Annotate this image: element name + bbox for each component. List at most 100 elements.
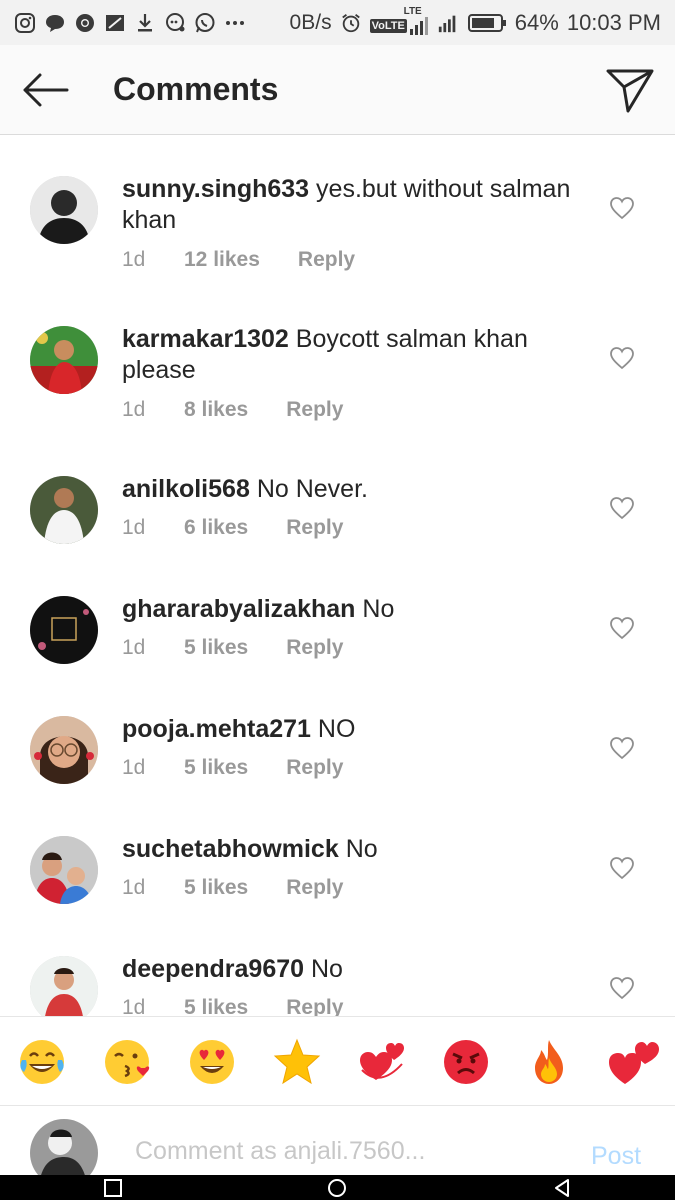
reply-button[interactable]: Reply	[298, 248, 355, 272]
comment-likes[interactable]: 12 likes	[184, 248, 260, 272]
notification-icons	[14, 12, 246, 34]
like-button[interactable]	[609, 616, 635, 640]
reply-button[interactable]: Reply	[286, 516, 343, 540]
comment-text: pooja.mehta271 NO	[122, 714, 592, 745]
fire-icon[interactable]	[523, 1036, 575, 1088]
heart-icon	[610, 197, 634, 220]
comment-time: 1d	[122, 756, 146, 779]
home-button[interactable]	[327, 1178, 347, 1198]
reply-button[interactable]: Reply	[286, 756, 343, 780]
battery-percent: 64%	[514, 9, 559, 35]
like-button[interactable]	[609, 196, 635, 220]
alarm-icon	[340, 12, 362, 34]
page-title: Comments	[113, 71, 279, 107]
face-blowing-kiss-icon[interactable]	[101, 1036, 153, 1088]
comment-text: sunny.singh633 yes.but without salman kh…	[122, 174, 592, 236]
avatar[interactable]	[30, 326, 98, 394]
reply-button[interactable]: Reply	[286, 398, 343, 422]
comment-likes[interactable]: 5 likes	[184, 876, 248, 900]
comment-likes[interactable]: 5 likes	[184, 636, 248, 660]
like-button[interactable]	[609, 496, 635, 520]
comment-meta: 1d 8 likes Reply	[122, 398, 343, 422]
chat-bubble-icon	[164, 12, 186, 34]
comment-time: 1d	[122, 248, 146, 271]
comment-meta: 1d 5 likes Reply	[122, 996, 343, 1016]
comment-username[interactable]: pooja.mehta271	[122, 715, 311, 743]
avatar[interactable]	[30, 476, 98, 544]
recent-apps-button[interactable]	[103, 1178, 123, 1198]
avatar[interactable]	[30, 836, 98, 904]
reply-button[interactable]: Reply	[286, 636, 343, 660]
system-status: 0B/s VoLTE LTE 64% 10:03 PM	[289, 6, 661, 36]
reply-button[interactable]: Reply	[286, 876, 343, 900]
whatsapp-icon	[194, 12, 216, 34]
comment-message: No	[362, 595, 395, 623]
heart-icon	[610, 977, 634, 1000]
comment-likes[interactable]: 5 likes	[184, 996, 248, 1016]
more-notifications-icon	[224, 12, 246, 34]
message-icon	[44, 12, 66, 34]
comment-likes[interactable]: 5 likes	[184, 756, 248, 780]
avatar[interactable]	[30, 596, 98, 664]
comment-text: ghararabyalizakhan No	[122, 594, 592, 625]
comment-likes[interactable]: 6 likes	[184, 516, 248, 540]
battery-icon	[467, 12, 507, 34]
comment-text: anilkoli568 No Never.	[122, 474, 592, 505]
comment-meta: 1d 12 likes Reply	[122, 248, 355, 272]
comment-item: sunny.singh633 yes.but without salman kh…	[0, 136, 675, 286]
triangle-back-icon	[555, 1179, 569, 1197]
avatar[interactable]	[30, 716, 98, 784]
chrome-icon	[74, 12, 96, 34]
star-icon[interactable]	[271, 1036, 323, 1088]
comment-likes[interactable]: 8 likes	[184, 398, 248, 422]
back-nav-button[interactable]	[552, 1178, 572, 1198]
comment-meta: 1d 6 likes Reply	[122, 516, 343, 540]
two-hearts-icon[interactable]	[607, 1036, 659, 1088]
share-button[interactable]	[604, 65, 656, 115]
comment-time: 1d	[122, 876, 146, 899]
back-arrow-icon	[23, 73, 69, 107]
comment-username[interactable]: karmakar1302	[122, 325, 289, 353]
heart-icon	[610, 737, 634, 760]
smiling-face-with-heart-eyes-icon[interactable]	[186, 1036, 238, 1088]
download-icon	[134, 12, 156, 34]
comments-list[interactable]: sunny.singh633 yes.but without salman kh…	[0, 136, 675, 1016]
comment-username[interactable]: ghararabyalizakhan	[122, 595, 355, 623]
angry-face-icon[interactable]	[440, 1036, 492, 1088]
comment-text: suchetabhowmick No	[122, 834, 592, 865]
status-bar: 0B/s VoLTE LTE 64% 10:03 PM	[0, 0, 675, 45]
heart-icon	[610, 347, 634, 370]
clock-time: 10:03 PM	[566, 9, 661, 35]
comment-input[interactable]	[135, 1137, 555, 1166]
network-speed: 0B/s	[289, 10, 332, 34]
comment-username[interactable]: suchetabhowmick	[122, 835, 339, 863]
comment-message: No Never.	[256, 475, 368, 503]
like-button[interactable]	[609, 976, 635, 1000]
comment-time: 1d	[122, 996, 146, 1016]
lte-label: LTE	[403, 5, 422, 17]
comment-username[interactable]: deependra9670	[122, 955, 304, 983]
avatar[interactable]	[30, 176, 98, 244]
comment-username[interactable]: anilkoli568	[122, 475, 250, 503]
emoji-quick-bar	[0, 1016, 675, 1106]
comment-time: 1d	[122, 516, 146, 539]
reply-button[interactable]: Reply	[286, 996, 343, 1016]
comment-text: deependra9670 No	[122, 954, 592, 985]
comment-composer: Post	[0, 1107, 675, 1187]
revolving-hearts-icon[interactable]	[356, 1036, 408, 1088]
comment-username[interactable]: sunny.singh633	[122, 175, 309, 203]
comment-time: 1d	[122, 636, 146, 659]
post-button[interactable]: Post	[591, 1142, 641, 1171]
face-with-tears-of-joy-icon[interactable]	[16, 1036, 68, 1088]
comment-meta: 1d 5 likes Reply	[122, 756, 343, 780]
comment-item: deependra9670 No 1d 5 likes Reply	[0, 916, 675, 1016]
signal-bars-icon	[409, 16, 428, 35]
like-button[interactable]	[609, 736, 635, 760]
signal-bars-2-icon	[437, 12, 459, 34]
comments-header: Comments	[0, 45, 675, 135]
avatar[interactable]	[30, 956, 98, 1016]
back-button[interactable]	[20, 70, 70, 110]
like-button[interactable]	[609, 856, 635, 880]
like-button[interactable]	[609, 346, 635, 370]
instagram-icon	[14, 12, 36, 34]
